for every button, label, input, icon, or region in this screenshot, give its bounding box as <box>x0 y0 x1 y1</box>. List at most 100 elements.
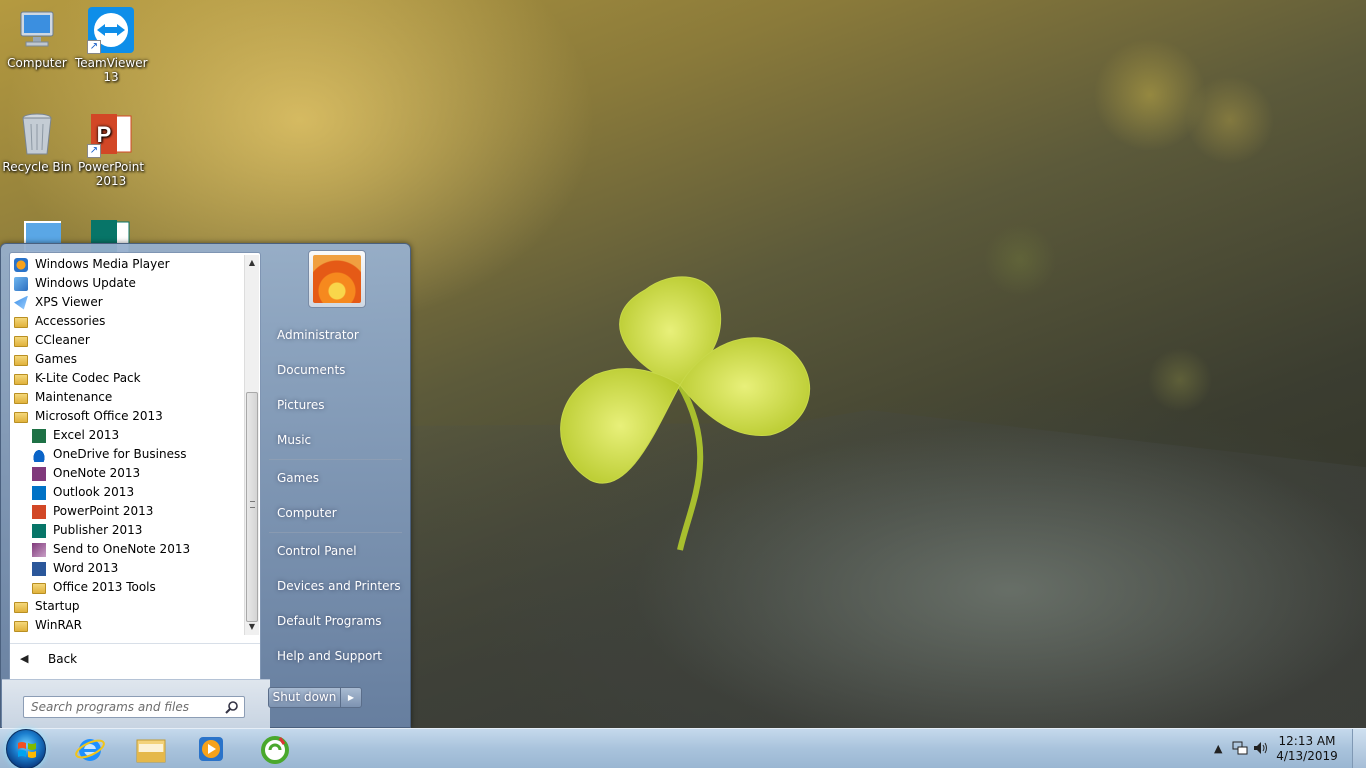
program-item-label: PowerPoint 2013 <box>53 504 154 518</box>
program-item[interactable]: OneNote 2013 <box>10 464 244 483</box>
system-tray: ▲ 12:13 AM 4/13/2019 <box>1206 729 1366 768</box>
taskbar-internet-explorer[interactable] <box>63 731 117 767</box>
program-item[interactable]: PowerPoint 2013 <box>10 502 244 521</box>
program-item-label: Excel 2013 <box>53 428 120 442</box>
flower-picture <box>313 255 361 303</box>
start-item-administrator[interactable]: Administrator <box>269 320 402 350</box>
program-item-label: XPS Viewer <box>35 295 103 309</box>
start-item-devices-printers[interactable]: Devices and Printers <box>269 571 402 601</box>
scroll-down-arrow-icon[interactable]: ▼ <box>245 619 259 635</box>
program-item-label: Maintenance <box>35 390 113 404</box>
desktop-icon-recycle-bin[interactable]: Recycle Bin <box>1 110 73 174</box>
program-item-label: K-Lite Codec Pack <box>35 371 141 385</box>
computer-icon <box>13 6 61 54</box>
media-player-icon <box>14 257 28 272</box>
program-item-label: Accessories <box>35 314 106 328</box>
show-hidden-icons-icon[interactable]: ▲ <box>1214 742 1222 755</box>
program-item[interactable]: Games <box>10 350 244 369</box>
xps-viewer-icon <box>14 295 28 310</box>
program-item-label: Startup <box>35 599 80 613</box>
program-item-label: Office 2013 Tools <box>53 580 156 594</box>
program-item[interactable]: Startup <box>10 597 244 616</box>
program-item[interactable]: Windows Media Player <box>10 255 244 274</box>
onenote-icon <box>32 466 46 481</box>
word-icon <box>32 561 46 576</box>
program-item-label: OneDrive for Business <box>53 447 187 461</box>
volume-icon[interactable] <box>1252 740 1270 759</box>
scrollbar-thumb[interactable] <box>246 392 258 622</box>
program-item[interactable]: Publisher 2013 <box>10 521 244 540</box>
folder-icon <box>14 355 28 366</box>
windows-logo-icon <box>18 742 36 758</box>
user-account-picture[interactable] <box>308 250 366 308</box>
start-button[interactable] <box>6 729 46 768</box>
back-button[interactable]: ◀ Back <box>10 643 260 673</box>
start-item-music[interactable]: Music <box>269 425 402 455</box>
program-item[interactable]: Outlook 2013 <box>10 483 244 502</box>
program-item[interactable]: OneDrive for Business <box>10 445 244 464</box>
taskbar-ccleaner[interactable] <box>248 731 302 767</box>
start-item-documents[interactable]: Documents <box>269 355 402 385</box>
start-item-default-programs[interactable]: Default Programs <box>269 606 402 636</box>
program-item[interactable]: Maintenance <box>10 388 244 407</box>
program-list-scrollbar[interactable]: ▲ ▼ <box>244 255 259 635</box>
program-item-label: Windows Update <box>35 276 136 290</box>
shortcut-arrow-icon: ↗ <box>87 40 101 54</box>
program-item[interactable]: XPS Viewer <box>10 293 244 312</box>
start-item-games[interactable]: Games <box>269 463 402 493</box>
taskbar-media-player[interactable] <box>185 731 239 767</box>
network-icon[interactable] <box>1232 740 1248 759</box>
program-item[interactable]: Accessories <box>10 312 244 331</box>
program-item[interactable]: Excel 2013 <box>10 426 244 445</box>
clover-image <box>560 276 811 551</box>
program-item[interactable]: Word 2013 <box>10 559 244 578</box>
start-item-pictures[interactable]: Pictures <box>269 390 402 420</box>
taskbar-file-explorer[interactable] <box>124 731 178 767</box>
search-icon[interactable] <box>225 700 239 714</box>
program-item-label: Games <box>35 352 77 366</box>
scroll-up-arrow-icon[interactable]: ▲ <box>245 255 259 271</box>
shutdown-options-arrow-icon[interactable]: ▶ <box>341 688 361 707</box>
excel-icon <box>32 428 46 443</box>
program-item-label: CCleaner <box>35 333 90 347</box>
taskbar-clock[interactable]: 12:13 AM 4/13/2019 <box>1272 734 1342 764</box>
program-item[interactable]: Microsoft Office 2013 <box>10 407 244 426</box>
program-item-label: OneNote 2013 <box>53 466 141 480</box>
folder-icon <box>14 336 28 347</box>
program-item[interactable]: WinRAR <box>10 616 244 635</box>
start-item-control-panel[interactable]: Control Panel <box>269 536 402 566</box>
start-menu-left-pane: Windows Media Player Windows Update XPS Vi… <box>2 252 270 728</box>
program-item[interactable]: K-Lite Codec Pack <box>10 369 244 388</box>
program-item-label: Microsoft Office 2013 <box>35 409 163 423</box>
windows-update-icon <box>14 276 28 291</box>
start-item-help-support[interactable]: Help and Support <box>269 641 402 671</box>
folder-icon <box>32 583 46 594</box>
search-input[interactable]: Search programs and files <box>23 696 245 718</box>
back-arrow-icon: ◀ <box>20 652 29 665</box>
program-item-label: Windows Media Player <box>35 257 170 271</box>
program-item[interactable]: Send to OneNote 2013 <box>10 540 244 559</box>
show-desktop-button[interactable] <box>1352 729 1366 768</box>
start-menu-separator <box>269 459 402 460</box>
start-menu: Windows Media Player Windows Update XPS Vi… <box>0 243 411 728</box>
program-item[interactable]: Office 2013 Tools <box>10 578 244 597</box>
back-label: Back <box>48 651 78 666</box>
desktop-icon-computer[interactable]: Computer <box>1 6 73 70</box>
desktop-icon-teamviewer[interactable]: ↗ TeamViewer 13 <box>75 6 148 84</box>
start-item-computer[interactable]: Computer <box>269 498 402 528</box>
program-item-label: Publisher 2013 <box>53 523 143 537</box>
taskbar: ▲ 12:13 AM 4/13/2019 <box>0 728 1366 768</box>
folder-icon <box>14 374 28 385</box>
teamviewer-icon: ↗ <box>87 6 135 54</box>
desktop-icon-powerpoint[interactable]: P ↗ PowerPoint 2013 <box>75 110 147 188</box>
send-to-onenote-icon <box>32 542 46 557</box>
powerpoint-icon <box>32 504 46 519</box>
program-item[interactable]: CCleaner <box>10 331 244 350</box>
folder-icon <box>14 393 28 404</box>
media-player-icon <box>199 737 223 761</box>
shutdown-button-group: Shut down ▶ <box>268 687 362 708</box>
powerpoint-icon: P ↗ <box>87 110 135 158</box>
shutdown-button[interactable]: Shut down <box>269 688 341 707</box>
program-item[interactable]: Windows Update <box>10 274 244 293</box>
clock-time: 12:13 AM <box>1278 734 1336 748</box>
